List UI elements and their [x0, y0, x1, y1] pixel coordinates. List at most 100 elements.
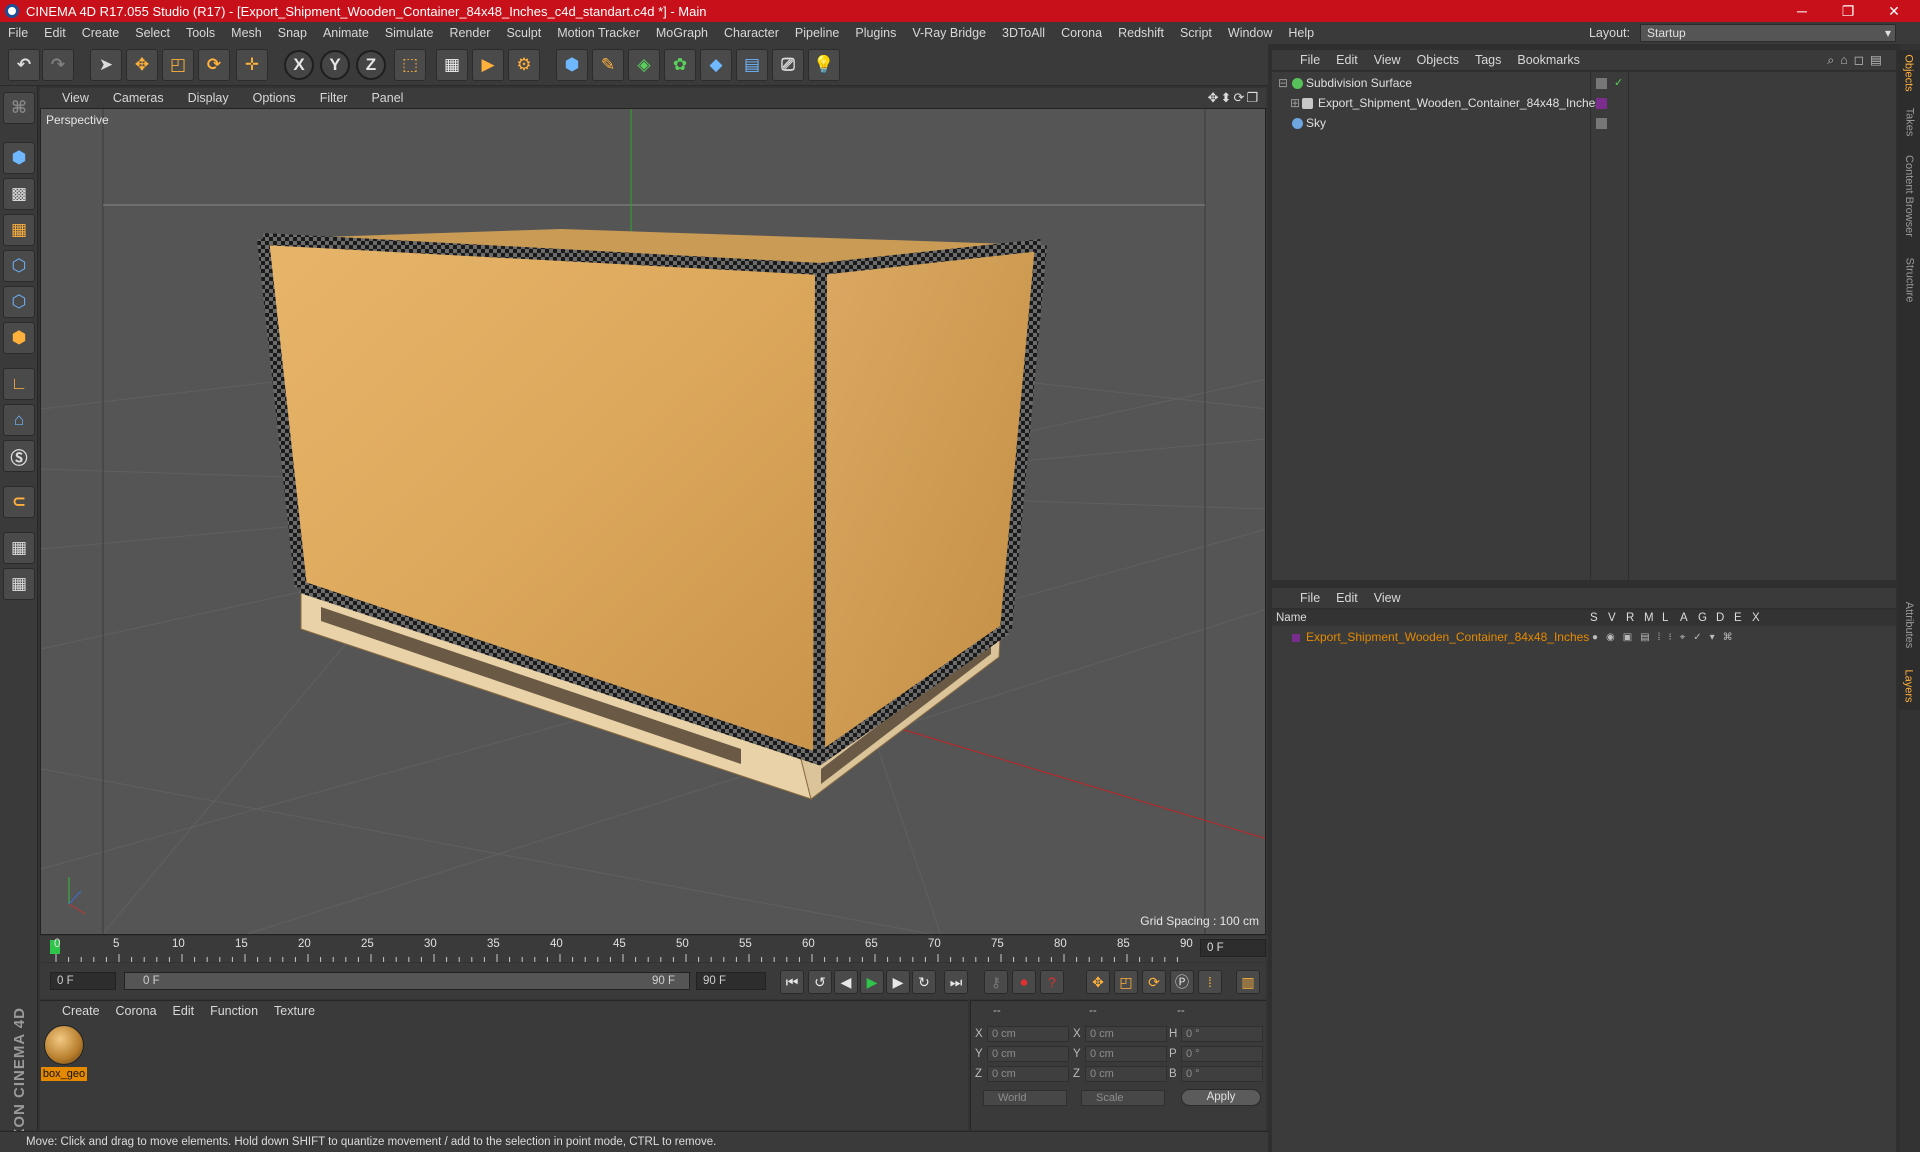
layout-select[interactable]: Startup ▾ [1640, 24, 1896, 42]
spline-pen-button[interactable]: ✎ [592, 49, 624, 81]
layer-col-name[interactable]: Name [1276, 610, 1307, 626]
layer-menu-view[interactable]: View [1366, 591, 1409, 605]
rotation-h-field[interactable]: 0 ° [1181, 1026, 1263, 1042]
tab-layers[interactable]: Layers [1898, 664, 1920, 708]
menu-3dtoall[interactable]: 3DToAll [994, 26, 1053, 40]
menu-vray-bridge[interactable]: V-Ray Bridge [904, 26, 994, 40]
tab-content-browser[interactable]: Content Browser [1898, 146, 1920, 246]
edges-mode-button[interactable]: ⬡ [3, 286, 35, 318]
layer-col-view[interactable]: V [1608, 610, 1616, 626]
close-button[interactable]: ✕ [1872, 0, 1916, 22]
layer-color-tag-icon[interactable] [1596, 98, 1607, 109]
polygons-mode-button[interactable]: ⬢ [3, 322, 35, 354]
model-mode-button[interactable]: ⬢ [3, 142, 35, 174]
light-button[interactable]: 💡 [808, 49, 840, 81]
previous-key-button[interactable]: ↺ [808, 970, 832, 994]
layer-col-solo[interactable]: S [1590, 610, 1598, 626]
layer-col-deformers[interactable]: D [1716, 610, 1724, 626]
go-to-end-button[interactable]: ⏭ [944, 970, 968, 994]
timeline[interactable]: 0 5 10 15 20 25 30 35 40 45 50 55 60 65 … [40, 936, 1266, 962]
object-list[interactable]: ⊟ Subdivision Surface ✓ ⊞ Export_Shipmen… [1272, 72, 1896, 580]
coordinate-mode-select[interactable]: World [983, 1090, 1067, 1106]
object-name[interactable]: Export_Shipment_Wooden_Container_84x48_I… [1318, 94, 1601, 113]
maximize-button[interactable]: ❐ [1826, 0, 1870, 22]
object-menu-view[interactable]: View [1366, 53, 1409, 67]
move-tool-button[interactable]: ✥ [126, 49, 158, 81]
render-settings-button[interactable]: ⚙ [508, 49, 540, 81]
display-tag-icon[interactable] [1596, 118, 1607, 129]
undo-button[interactable]: ↶ [8, 49, 40, 81]
select-tool-button[interactable]: ➤ [90, 49, 122, 81]
collapse-icon[interactable]: ⊟ [1278, 74, 1288, 93]
recent-tool-button[interactable]: ✛ [236, 49, 268, 81]
layer-col-xref[interactable]: X [1752, 610, 1760, 626]
rotation-p-field[interactable]: 0 ° [1181, 1046, 1263, 1062]
menu-sculpt[interactable]: Sculpt [498, 26, 549, 40]
material-menu-function[interactable]: Function [202, 1004, 266, 1018]
layer-name[interactable]: Export_Shipment_Wooden_Container_84x48_I… [1306, 628, 1589, 647]
object-name[interactable]: Subdivision Surface [1306, 74, 1412, 93]
max-frame-field[interactable]: 90 F [696, 972, 766, 990]
layer-col-animation[interactable]: A [1680, 610, 1688, 626]
menu-simulate[interactable]: Simulate [377, 26, 442, 40]
menu-edit[interactable]: Edit [36, 26, 74, 40]
solo-button[interactable]: Ⓢ [3, 440, 35, 472]
render-view-button[interactable]: ▦ [436, 49, 468, 81]
tab-attributes[interactable]: Attributes [1898, 590, 1920, 660]
viewport-menu-panel[interactable]: Panel [359, 91, 415, 105]
play-button[interactable]: ▶ [860, 970, 884, 994]
next-key-button[interactable]: ↻ [912, 970, 936, 994]
object-name[interactable]: Sky [1306, 114, 1326, 133]
viewport-menu-filter[interactable]: Filter [308, 91, 360, 105]
tweak-mode-button[interactable]: ⌂ [3, 404, 35, 436]
position-y-field[interactable]: 0 cm [987, 1046, 1069, 1062]
menu-create[interactable]: Create [74, 26, 128, 40]
object-row[interactable]: Sky [1272, 114, 1896, 133]
min-frame-field[interactable]: 0 F [50, 972, 116, 990]
viewport-3d[interactable]: Perspective Grid Spacing : 100 cm [40, 108, 1266, 935]
menu-snap[interactable]: Snap [270, 26, 315, 40]
render-picture-viewer-button[interactable]: ▶ [472, 49, 504, 81]
object-menu-file[interactable]: File [1292, 53, 1328, 67]
rotate-tool-button[interactable]: ⟳ [198, 49, 230, 81]
key-pla-button[interactable]: ⁞ [1198, 970, 1222, 994]
tab-structure[interactable]: Structure [1898, 250, 1920, 310]
layer-flag-icons[interactable]: ●◉▣▤⁞⁝⌖✓▾⌘ [1592, 628, 1741, 647]
expand-icon[interactable]: ⊞ [1290, 94, 1300, 113]
workplane-mode-button[interactable]: ▦ [3, 214, 35, 246]
size-y-field[interactable]: 0 cm [1085, 1046, 1167, 1062]
go-to-start-button[interactable]: ⏮ [780, 970, 804, 994]
key-rotation-button[interactable]: ⟳ [1142, 970, 1166, 994]
planar-workplane-button[interactable]: ▦ [3, 568, 35, 600]
object-manager-tool-icons[interactable]: ⌕⌂◻▤ [1827, 52, 1888, 68]
layer-list[interactable]: Export_Shipment_Wooden_Container_84x48_I… [1272, 626, 1896, 1152]
position-x-field[interactable]: 0 cm [987, 1026, 1069, 1042]
frame-range-slider[interactable]: 0 F 90 F [124, 972, 690, 990]
cube-object-button[interactable]: ⬢ [556, 49, 588, 81]
locked-workplane-button[interactable]: ▦ [3, 532, 35, 564]
material-menu-texture[interactable]: Texture [266, 1004, 323, 1018]
size-x-field[interactable]: 0 cm [1085, 1026, 1167, 1042]
y-axis-lock-button[interactable]: Y [320, 50, 350, 80]
layer-col-manager[interactable]: M [1644, 610, 1654, 626]
layer-col-generators[interactable]: G [1698, 610, 1707, 626]
menu-animate[interactable]: Animate [315, 26, 377, 40]
object-menu-edit[interactable]: Edit [1328, 53, 1366, 67]
next-frame-button[interactable]: ▶ [886, 970, 910, 994]
coordinate-system-button[interactable]: ⬚ [394, 49, 426, 81]
camera-button[interactable]: ⎚ [772, 49, 804, 81]
object-row[interactable]: ⊞ Export_Shipment_Wooden_Container_84x48… [1272, 94, 1896, 113]
menu-select[interactable]: Select [127, 26, 178, 40]
menu-render[interactable]: Render [441, 26, 498, 40]
apply-button[interactable]: Apply [1181, 1089, 1261, 1106]
menu-file[interactable]: File [0, 26, 36, 40]
object-row[interactable]: ⊟ Subdivision Surface ✓ [1272, 74, 1896, 93]
timeline-window-button[interactable]: ▥ [1236, 970, 1260, 994]
floor-button[interactable]: ▤ [736, 49, 768, 81]
material-thumbnail[interactable] [44, 1025, 84, 1065]
layer-menu-edit[interactable]: Edit [1328, 591, 1366, 605]
menu-pipeline[interactable]: Pipeline [787, 26, 847, 40]
keyframe-selection-button[interactable]: ? [1040, 970, 1064, 994]
menu-window[interactable]: Window [1220, 26, 1280, 40]
menu-motion-tracker[interactable]: Motion Tracker [549, 26, 648, 40]
